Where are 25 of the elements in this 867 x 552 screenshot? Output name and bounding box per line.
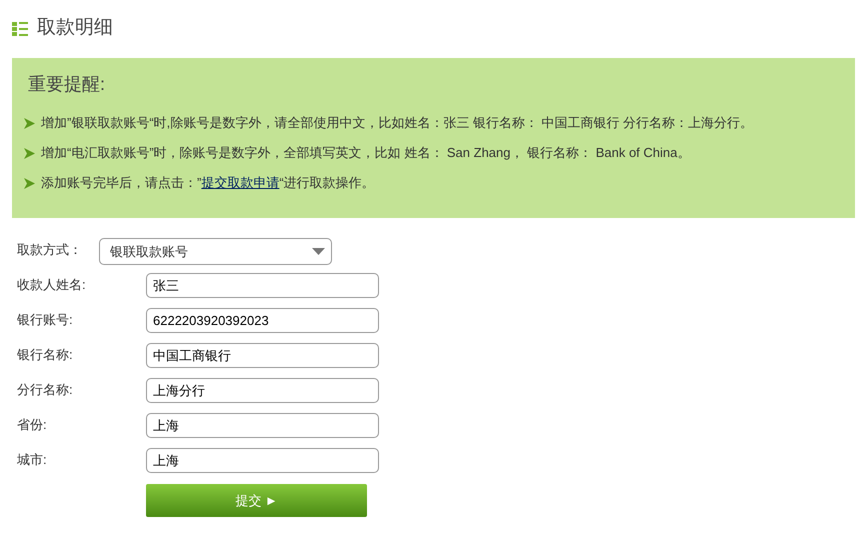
arrow-icon	[24, 118, 35, 128]
input-field[interactable]: 中国工商银行	[146, 343, 379, 368]
arrow-icon	[24, 178, 35, 188]
field-label: 银行账号:	[17, 311, 74, 329]
field-label: 省份:	[17, 416, 48, 434]
arrow-icon	[24, 148, 35, 158]
field-label: 收款人姓名:	[17, 276, 87, 294]
field-label: 银行名称:	[17, 346, 74, 364]
field-label: 取款方式：	[17, 241, 83, 259]
field-label: 分行名称:	[17, 381, 74, 399]
tip-text: 增加“电汇取款账号”时，除账号是数字外，全部填写英文，比如 姓名： San Zhang， 银行名称： Bank of China。	[41, 144, 690, 162]
tip-text: 添加账号完毕后，请点击：”提交取款申请“进行取款操作。	[41, 174, 375, 192]
caret-icon	[312, 248, 325, 255]
tip-text: 增加”银联取款账号“时,除账号是数字外，请全部使用中文，比如姓名：张三 银行名称： 中国工商银行 分行名称：上海分行。	[41, 114, 754, 132]
apply-link[interactable]: 提交取款申请	[201, 175, 280, 190]
input-field[interactable]: 上海分行	[146, 378, 379, 403]
page-title: 取款明细	[37, 16, 113, 40]
input-field[interactable]: 6222203920392023	[146, 308, 379, 333]
field-label: 城市:	[17, 451, 48, 469]
method-select[interactable]: 银联取款账号	[99, 238, 332, 265]
input-field[interactable]: 上海	[146, 448, 379, 473]
list-icon	[12, 22, 28, 36]
input-field[interactable]: 张三	[146, 273, 379, 298]
input-field[interactable]: 上海	[146, 413, 379, 438]
notice-title: 重要提醒:	[27, 73, 106, 96]
